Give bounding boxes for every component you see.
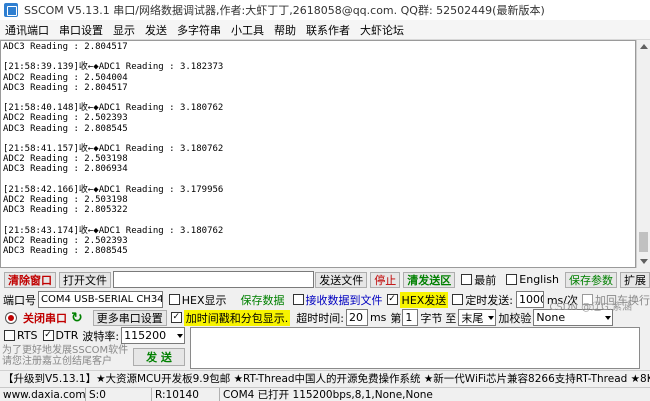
chevron-down-icon (172, 328, 184, 343)
console-line: ADC3 Reading : 2.804517 (3, 82, 128, 93)
dtr-checkbox[interactable]: ✓ DTR (42, 329, 78, 342)
byte-index-input[interactable]: 1 (402, 309, 419, 326)
console-line: ADC3 Reading : 2.804517 (3, 42, 128, 52)
scroll-down-icon[interactable] (640, 259, 648, 264)
interval-unit: ms/次 (546, 293, 578, 307)
app-icon (4, 3, 18, 17)
menu-help[interactable]: 帮助 (269, 22, 301, 38)
console-scrollbar[interactable] (636, 40, 650, 268)
menu-contact-author[interactable]: 联系作者 (301, 22, 355, 38)
toolbar-row-2: 端口号 COM4 USB-SERIAL CH340 HEX显示 保存数据 接收数… (0, 291, 650, 308)
console-line: ADC3 Reading : 2.805322 (3, 205, 128, 216)
to-label: 至 (445, 311, 457, 325)
status-sent-count: S:0 (86, 388, 152, 401)
refresh-icon[interactable]: ↻ (71, 311, 83, 325)
save-params-button[interactable]: 保存参数 (565, 271, 617, 288)
stop-button[interactable]: 停止 (370, 271, 401, 288)
timeout-input[interactable]: 20 (345, 309, 368, 326)
console-line: ADC2 Reading : 2.502393 (3, 113, 128, 124)
hex-display-checkbox[interactable]: HEX显示 (168, 292, 227, 308)
receive-console[interactable]: ADC3 Reading : 2.804517 [21:58:39.139]收←… (0, 40, 636, 268)
console-line: ADC3 Reading : 2.808545 (3, 246, 128, 257)
to-select[interactable]: 末尾 (458, 309, 497, 326)
timeout-label: 超时时间: (296, 311, 344, 325)
close-port-button[interactable]: 关闭串口 (23, 310, 67, 326)
timed-send-checkbox[interactable]: 定时发送: (452, 292, 513, 308)
scroll-up-icon[interactable] (640, 44, 648, 49)
status-website[interactable]: www.daxia.com (0, 388, 86, 401)
file-path-input[interactable] (113, 271, 315, 288)
promo-text: 为了更好地发展SSCOM软件 请您注册嘉立创结尾客户 (2, 345, 129, 367)
checksum-label: 加校验 (498, 311, 532, 325)
menu-multi-string[interactable]: 多字符串 (172, 22, 226, 38)
byte-label: 字节 (420, 311, 443, 325)
menu-send[interactable]: 发送 (140, 22, 172, 38)
english-checkbox[interactable]: English (506, 273, 559, 286)
page-label: 第 (390, 311, 402, 325)
console-line: [21:58:41.157]收←◆ADC1 Reading : 3.180762 (3, 144, 224, 155)
send-button[interactable]: 发 送 (133, 348, 185, 366)
console-line: ADC2 Reading : 2.503198 (3, 154, 128, 165)
chevron-down-icon (600, 310, 612, 325)
rts-checkbox[interactable]: RTS (4, 329, 38, 342)
timeout-unit: ms (369, 311, 387, 324)
console-line: ADC2 Reading : 2.502393 (3, 235, 128, 246)
add-timestamp-checkbox[interactable]: ✓ 加时间戳和分包显示. (170, 309, 291, 326)
console-line: ADC3 Reading : 2.806934 (3, 164, 128, 175)
send-file-button[interactable]: 发送文件 (315, 271, 368, 288)
scroll-thumb[interactable] (639, 232, 648, 252)
more-settings-button[interactable]: 更多串口设置 (92, 309, 167, 326)
menu-bar: 通讯端口 串口设置 显示 发送 多字符串 小工具 帮助 联系作者 大虾论坛 (0, 20, 650, 40)
console-line: ADC2 Reading : 2.504004 (3, 72, 128, 83)
toolbar-row-1: 清除窗口 打开文件 发送文件 停止 清发送区 最前 English 保存参数 扩… (0, 271, 650, 288)
expand-button[interactable]: 扩展 (620, 271, 650, 288)
console-line: [21:58:42.166]收←◆ADC1 Reading : 3.179956 (3, 184, 224, 195)
status-bar: www.daxia.com S:0 R:10140 COM4 已打开 11520… (0, 387, 650, 401)
chevron-down-icon (483, 310, 495, 325)
send-input-area[interactable] (190, 327, 640, 369)
status-port-info: COM4 已打开 115200bps,8,1,None,None (223, 389, 433, 401)
clear-window-button[interactable]: 清除窗口 (4, 271, 56, 288)
news-ticker[interactable]: 【升级到V5.13.1】★大资源MCU开发板9.9包邮 ★RT-Thread中国… (0, 370, 650, 386)
console-line: [21:58:39.139]收←◆ADC1 Reading : 3.182373 (3, 62, 224, 73)
always-on-top-checkbox[interactable]: 最前 (461, 272, 496, 288)
baud-label: 波特率: (82, 329, 120, 343)
record-icon (5, 311, 17, 324)
port-select[interactable]: COM4 USB-SERIAL CH340 (38, 291, 163, 308)
interval-input[interactable]: 1000 (516, 291, 544, 308)
toolbar-row-3: 关闭串口 ↻ 更多串口设置 ✓ 加时间戳和分包显示. 超时时间: 20 ms 第 … (0, 309, 650, 326)
recv-to-file-checkbox[interactable]: 接收数据到文件 (292, 292, 383, 308)
port-label: 端口号 (3, 293, 36, 307)
console-line: [21:58:43.174]收←◆ADC1 Reading : 3.180762 (3, 225, 224, 236)
menu-forum[interactable]: 大虾论坛 (355, 22, 409, 38)
menu-serial-settings[interactable]: 串口设置 (54, 22, 108, 38)
console-line: ADC3 Reading : 2.808545 (3, 123, 128, 134)
baud-select[interactable]: 115200 (121, 327, 186, 344)
title-bar: SSCOM V5.13.1 串口/网络数据调试器,作者:大虾丁丁,2618058… (0, 0, 650, 20)
hex-send-checkbox[interactable]: ✓ HEX发送 (386, 291, 449, 308)
save-data-button[interactable]: 保存数据 (241, 292, 285, 308)
status-received-count: R:10140 (152, 388, 220, 401)
clear-send-area-button[interactable]: 清发送区 (403, 271, 456, 288)
append-crlf-checkbox[interactable]: 加回车换行 (582, 292, 650, 308)
console-text: ADC3 Reading : 2.804517 [21:58:39.139]收←… (1, 41, 635, 257)
open-file-button[interactable]: 打开文件 (59, 271, 111, 288)
toolbar-row-4: RTS ✓ DTR 波特率: 115200 (0, 327, 190, 344)
checksum-select[interactable]: None (533, 309, 614, 326)
console-line: ADC2 Reading : 2.503198 (3, 195, 128, 206)
console-line: [21:58:40.148]收←◆ADC1 Reading : 3.180762 (3, 103, 224, 114)
menu-comm-port[interactable]: 通讯端口 (0, 22, 54, 38)
menu-display[interactable]: 显示 (108, 22, 140, 38)
window-title: SSCOM V5.13.1 串口/网络数据调试器,作者:大虾丁丁,2618058… (24, 4, 545, 17)
menu-tools[interactable]: 小工具 (226, 22, 269, 38)
